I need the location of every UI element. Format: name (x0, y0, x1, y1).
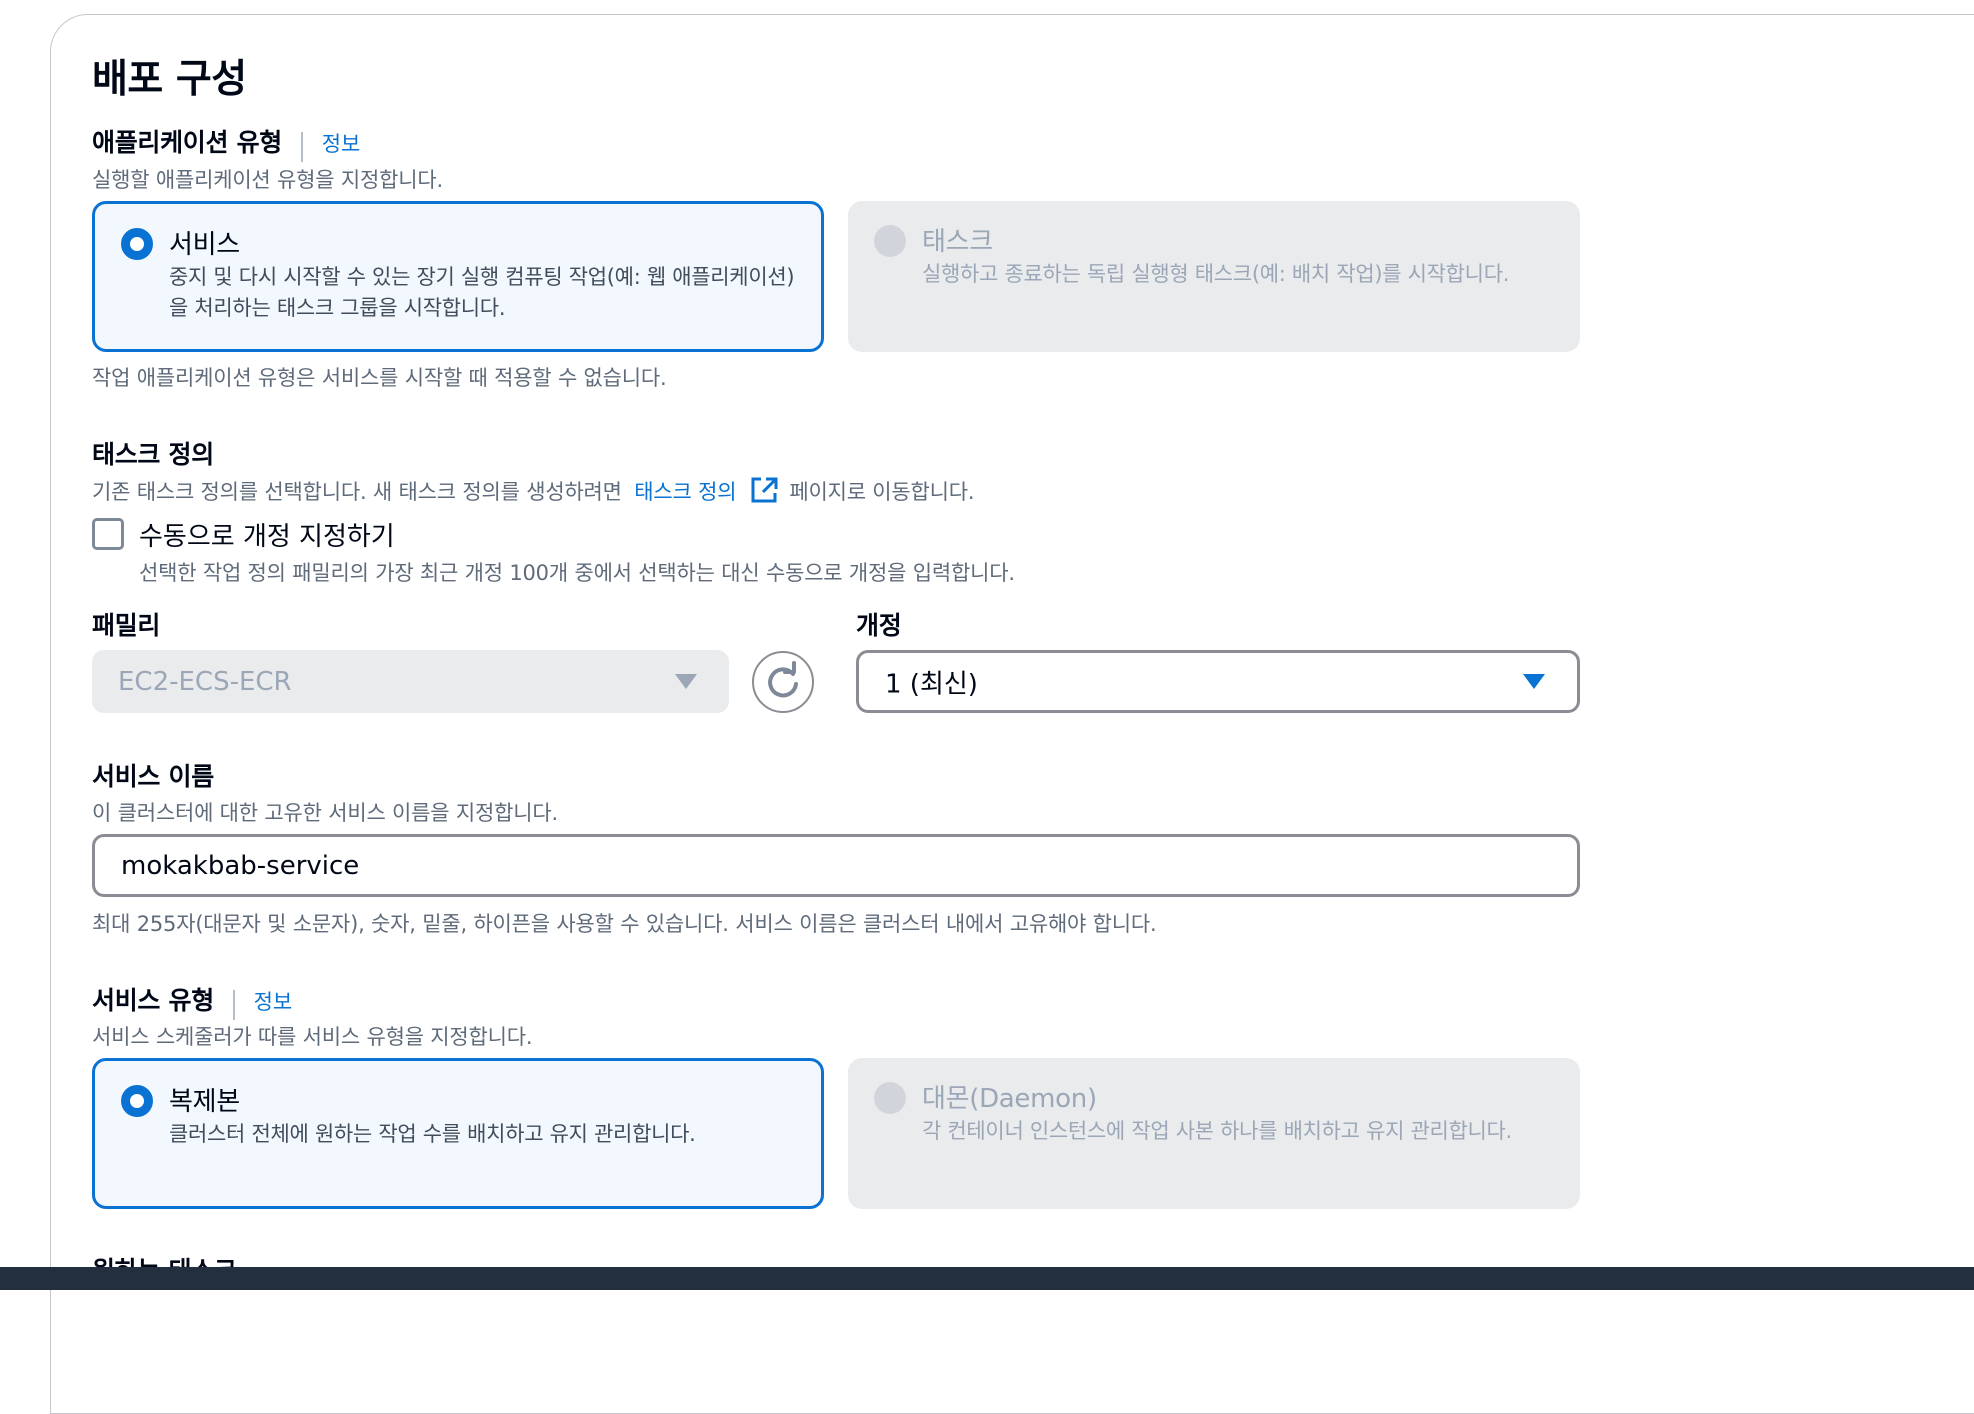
option-title: 태스크 (922, 227, 993, 257)
caret-down-icon (1523, 674, 1545, 689)
service-type-option-daemon: 대몬(Daemon) 각 컨테이너 인스턴스에 작업 사본 하나를 배치하고 유… (848, 1058, 1580, 1209)
option-description: 클러스터 전체에 원하는 작업 수를 배치하고 유지 관리합니다. (169, 1122, 696, 1146)
radio-selected-icon[interactable] (121, 1085, 153, 1117)
external-link-icon[interactable] (749, 476, 779, 509)
option-description: 각 컨테이너 인스턴스에 작업 사본 하나를 배치하고 유지 관리합니다. (922, 1119, 1512, 1143)
task-definition-description: 기존 태스크 정의를 선택합니다. 새 태스크 정의를 생성하려면 태스크 정의… (92, 476, 975, 509)
radio-disabled-icon (874, 225, 906, 257)
option-description: 중지 및 다시 시작할 수 있는 장기 실행 컴퓨팅 작업(예: 웹 애플리케이… (169, 265, 795, 320)
footer-bar (0, 1267, 1974, 1290)
section-title: 배포 구성 (92, 57, 247, 102)
description-text: 페이지로 이동합니다. (789, 480, 975, 504)
family-select: EC2-ECS-ECR (92, 650, 729, 713)
separator (233, 989, 235, 1020)
revision-label: 개정 (856, 611, 902, 640)
service-type-description: 서비스 스케줄러가 따를 서비스 유형을 지정합니다. (92, 1025, 533, 1049)
service-name-description: 이 클러스터에 대한 고유한 서비스 이름을 지정합니다. (92, 801, 558, 825)
separator (301, 131, 303, 162)
service-type-label: 서비스 유형 (92, 986, 214, 1015)
description-text: 기존 태스크 정의를 선택합니다. 새 태스크 정의를 생성하려면 (92, 480, 622, 504)
family-value: EC2-ECS-ECR (118, 666, 292, 697)
option-title: 복제본 (169, 1087, 240, 1117)
refresh-icon (768, 661, 798, 698)
radio-disabled-icon (874, 1082, 906, 1114)
app-type-constraint: 작업 애플리케이션 유형은 서비스를 시작할 때 적용할 수 없습니다. (92, 366, 667, 390)
service-type-header: 서비스 유형 정보 (92, 981, 292, 1020)
service-name-constraint: 최대 255자(대문자 및 소문자), 숫자, 밑줄, 하이픈을 사용할 수 있… (92, 912, 1157, 936)
service-name-label: 서비스 이름 (92, 762, 214, 791)
manual-revision-description: 선택한 작업 정의 패밀리의 가장 최근 개정 100개 중에서 선택하는 대신… (139, 561, 1015, 585)
option-description: 실행하고 종료하는 독립 실행형 태스크(예: 배치 작업)를 시작합니다. (922, 262, 1510, 286)
task-definition-link[interactable]: 태스크 정의 (634, 480, 736, 504)
service-name-value: mokakbab-service (121, 850, 360, 881)
revision-select[interactable]: 1 (최신) (856, 650, 1580, 713)
refresh-button[interactable] (752, 651, 814, 713)
revision-value: 1 (최신) (885, 669, 978, 699)
manual-revision-checkbox[interactable] (92, 518, 124, 550)
option-title: 서비스 (169, 230, 240, 260)
task-definition-label: 태스크 정의 (92, 440, 214, 469)
option-title: 대몬(Daemon) (922, 1084, 1097, 1114)
service-type-option-replica[interactable]: 복제본 클러스터 전체에 원하는 작업 수를 배치하고 유지 관리합니다. (92, 1058, 824, 1209)
app-type-info-link[interactable]: 정보 (322, 132, 361, 156)
service-name-input[interactable]: mokakbab-service (92, 834, 1580, 897)
app-type-option-service[interactable]: 서비스 중지 및 다시 시작할 수 있는 장기 실행 컴퓨팅 작업(예: 웹 애… (92, 201, 824, 352)
app-type-label: 애플리케이션 유형 (92, 128, 283, 157)
manual-revision-label: 수동으로 개정 지정하기 (139, 522, 395, 552)
app-type-header: 애플리케이션 유형 정보 (92, 123, 360, 162)
app-type-option-task: 태스크 실행하고 종료하는 독립 실행형 태스크(예: 배치 작업)를 시작합니… (848, 201, 1580, 352)
service-type-info-link[interactable]: 정보 (254, 990, 293, 1014)
radio-selected-icon[interactable] (121, 228, 153, 260)
app-type-description: 실행할 애플리케이션 유형을 지정합니다. (92, 168, 443, 192)
family-label: 패밀리 (92, 611, 161, 640)
caret-down-icon (675, 674, 697, 689)
